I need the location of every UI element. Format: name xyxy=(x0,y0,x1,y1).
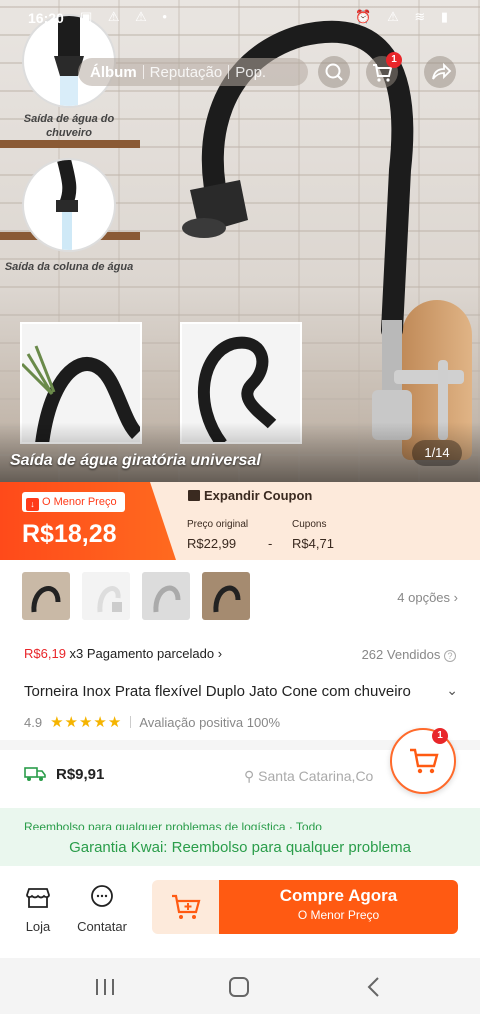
variant-thumb[interactable] xyxy=(22,572,70,620)
logistics-refund-strip[interactable]: Reembolso para qualquer problemas de log… xyxy=(0,808,480,830)
bottom-action-bar: Loja Contatar Compre Agora O Menor Preço xyxy=(0,866,480,956)
refund-strip-text: Reembolso para qualquer problemas de log… xyxy=(24,820,322,830)
minus-sign: - xyxy=(268,536,273,551)
rating-divider xyxy=(130,716,132,728)
location-pin-icon: ⚲ xyxy=(244,768,255,784)
shipping-price: R$9,91 xyxy=(56,766,105,783)
floating-cart-button[interactable]: 1 xyxy=(390,728,456,794)
store-icon xyxy=(26,888,50,908)
gift-icon xyxy=(188,490,200,501)
expand-coupon-button[interactable]: Expandir Coupon xyxy=(188,488,312,503)
share-icon xyxy=(432,62,452,80)
current-price: R$18,28 xyxy=(22,520,117,548)
tab-album[interactable]: Álbum xyxy=(84,64,143,81)
chevron-right-icon: › xyxy=(453,590,458,605)
product-page: Saída de água do chuveiro Saída da colun… xyxy=(0,0,480,1014)
home-icon[interactable] xyxy=(228,976,250,998)
search-icon xyxy=(325,63,343,81)
star-rating-icon: ★★★★★ xyxy=(50,714,123,731)
rating-value: 4.9 xyxy=(24,714,43,730)
shipping-location-text: Santa Catarina,Co xyxy=(258,768,374,784)
product-title[interactable]: Torneira Inox Prata flexível Duplo Jato … xyxy=(24,683,434,700)
back-icon[interactable] xyxy=(364,976,382,998)
top-navigation: ← Álbum Reputação Pop. 1 xyxy=(0,52,480,88)
help-icon[interactable]: ? xyxy=(444,650,456,662)
chevron-down-icon[interactable]: ⌄ xyxy=(446,682,458,699)
original-price-label: Preço original xyxy=(187,519,249,530)
buy-now-button[interactable]: Compre Agora O Menor Preço xyxy=(219,880,458,934)
options-count: 4 opções xyxy=(397,590,451,605)
contact-button[interactable]: Contatar xyxy=(72,884,132,934)
coupons-value: R$4,71 xyxy=(292,536,334,551)
original-price-value: R$22,99 xyxy=(187,536,237,551)
sold-count: 262 Vendidos ? xyxy=(362,647,456,662)
truck-icon xyxy=(24,767,46,781)
lowest-price-label: O Menor Preço xyxy=(42,496,117,508)
lowest-price-tag: ↓ O Menor Preço xyxy=(22,492,125,512)
chevron-right-icon: › xyxy=(217,646,223,661)
status-time: 16:20 xyxy=(28,10,64,26)
feature-bubble-column xyxy=(22,158,116,252)
add-to-cart-button[interactable] xyxy=(152,880,220,934)
status-system-icons: ⏰ ⚠ ≋ ▮ xyxy=(355,9,454,24)
system-navigation-bar xyxy=(0,958,480,1014)
store-label: Loja xyxy=(25,919,51,934)
status-notification-icons: ▣ ⚠ ⚠ • xyxy=(80,9,173,24)
variant-thumb[interactable] xyxy=(202,572,250,620)
add-to-cart-icon xyxy=(172,894,201,919)
rating-row[interactable]: 4.9 ★★★★★ Avaliação positiva 100% xyxy=(24,713,280,731)
store-button[interactable]: Loja xyxy=(8,884,68,934)
recent-apps-icon[interactable] xyxy=(94,978,116,996)
buy-now-label: Compre Agora xyxy=(279,886,398,905)
section-tabs: Álbum Reputação Pop. xyxy=(78,58,308,86)
variant-selector: 4 opções › xyxy=(0,560,480,636)
image-counter: 1/14 xyxy=(412,440,462,466)
variant-thumb[interactable] xyxy=(82,572,130,620)
cart-button[interactable]: 1 xyxy=(366,52,402,88)
coupons-label: Cupons xyxy=(292,519,327,530)
positive-rating: Avaliação positiva 100% xyxy=(139,714,281,730)
status-bar: 16:20 ▣ ⚠ ⚠ • ⏰ ⚠ ≋ ▮ xyxy=(0,0,480,36)
bubble-caption-shower: Saída de água do chuveiro xyxy=(23,113,115,139)
down-arrow-icon: ↓ xyxy=(26,498,39,511)
chat-icon xyxy=(91,885,113,907)
back-arrow-icon[interactable]: ← xyxy=(20,56,52,88)
variant-thumb[interactable] xyxy=(142,572,190,620)
sold-label: 262 Vendidos xyxy=(361,647,441,662)
installment-text: x3 Pagamento parcelado xyxy=(69,646,215,661)
installment-amount: R$6,19 xyxy=(24,646,66,661)
hero-caption: Saída de água giratória universal xyxy=(10,452,261,469)
variant-options-link[interactable]: 4 opções › xyxy=(397,590,458,605)
search-button[interactable] xyxy=(318,56,350,88)
shelf xyxy=(0,140,140,148)
cart-badge: 1 xyxy=(386,52,402,68)
share-button[interactable] xyxy=(424,56,456,88)
bubble-caption-column: Saída da coluna de água xyxy=(4,261,134,273)
kwai-guarantee-banner[interactable]: Garantia Kwai: Reembolso para qualquer p… xyxy=(0,830,480,866)
buy-now-sublabel: O Menor Preço xyxy=(297,908,380,922)
expand-coupon-label: Expandir Coupon xyxy=(204,488,313,503)
tab-popular[interactable]: Pop. xyxy=(229,64,272,81)
contact-label: Contatar xyxy=(77,919,127,934)
installments-link[interactable]: R$6,19 x3 Pagamento parcelado › xyxy=(24,646,222,661)
price-banner: ↓ O Menor Preço R$18,28 Expandir Coupon P… xyxy=(0,482,480,560)
tab-reputation[interactable]: Reputação xyxy=(144,64,229,81)
floating-cart-badge: 1 xyxy=(432,728,448,744)
